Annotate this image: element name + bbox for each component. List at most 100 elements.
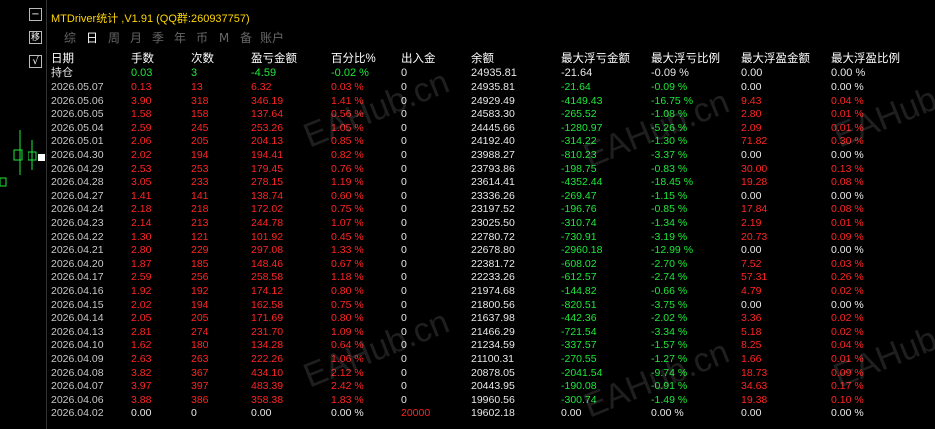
cell-col-8: -0.09 % xyxy=(651,67,689,79)
check-icon[interactable]: √ xyxy=(29,55,42,68)
cell-col-5: 0 xyxy=(401,325,407,338)
cell-col-0: 2026.04.28 xyxy=(51,176,104,189)
cell-col-5: 0 xyxy=(401,203,407,216)
cell-col-10: 0.00 % xyxy=(831,189,864,202)
cell-col-8: -2.02 % xyxy=(651,312,688,325)
cell-col-4: 1.33 % xyxy=(331,244,364,257)
cell-col-10: 0.26 % xyxy=(831,271,864,284)
cell-col-4: 0.45 % xyxy=(331,230,364,243)
cell-col-10: 0.00 % xyxy=(831,244,864,257)
cell-col-9: 18.73 xyxy=(741,366,768,379)
cell-col-7: -190.08 xyxy=(561,380,597,393)
cell-col-10: 0.01 % xyxy=(831,217,864,229)
cell-col-5: 0 xyxy=(401,149,407,161)
cell-col-6: 20878.05 xyxy=(471,366,515,379)
cell-col-7: -730.91 xyxy=(561,230,597,243)
tab-7[interactable]: M xyxy=(213,30,235,46)
cell-col-6: 24445.66 xyxy=(471,121,515,134)
cell-col-3: 258.58 xyxy=(251,271,284,284)
table-row: 2026.04.06 3.88 386 358.38 1.83 % 0 19960.56 -3… xyxy=(47,394,935,407)
cell-col-8: -1.34 % xyxy=(651,217,688,229)
cell-col-6: 22678.80 xyxy=(471,244,515,257)
cell-col-1: 2.63 xyxy=(131,353,152,365)
cell-col-7: -2041.54 xyxy=(561,366,603,379)
cell-col-8: -1.49 % xyxy=(651,393,688,406)
cell-col-3: 171.69 xyxy=(251,312,284,325)
cell-col-10: 0.00 % xyxy=(831,149,864,161)
cell-col-6: 21100.31 xyxy=(471,353,515,365)
cell-col-3: 483.39 xyxy=(251,380,284,393)
tab-2[interactable]: 周 xyxy=(103,30,125,46)
tab-8[interactable]: 备 xyxy=(235,30,257,46)
cell-col-7: -810.23 xyxy=(561,149,597,161)
cell-col-9: 17.84 xyxy=(741,203,768,216)
cell-col-1: 0.03 xyxy=(131,67,153,79)
cell-col-8: -5.26 % xyxy=(651,121,688,134)
cell-col-8: -3.34 % xyxy=(651,325,688,338)
cell-col-7: -337.57 xyxy=(561,339,597,352)
cell-col-1: 2.18 xyxy=(131,203,152,216)
table-row: 2026.04.09 2.63 263 222.26 1.06 % 0 21100.31 -2… xyxy=(47,353,935,366)
cell-col-2: 3 xyxy=(191,67,198,79)
cell-col-3: 222.26 xyxy=(251,353,284,365)
cell-col-10: 0.01 % xyxy=(831,353,864,365)
cell-col-0: 日期 xyxy=(51,53,74,65)
cell-col-8: 0.00 % xyxy=(651,407,684,420)
cell-col-4: 2.42 % xyxy=(331,380,364,393)
cell-col-4: 1.19 % xyxy=(331,176,364,189)
cell-col-1: 3.88 xyxy=(131,393,152,406)
table-row: 2026.04.27 1.41 141 138.74 0.60 % 0 23336.26 -2… xyxy=(47,190,935,203)
cell-col-1: 2.02 xyxy=(131,298,152,311)
cell-col-4: 0.82 % xyxy=(331,149,364,161)
tab-4[interactable]: 季 xyxy=(147,30,169,46)
cell-col-2: 194 xyxy=(191,149,209,161)
cell-col-6: 24583.30 xyxy=(471,108,515,121)
cell-col-1: 2.80 xyxy=(131,244,152,257)
cell-col-2: 245 xyxy=(191,121,209,134)
cell-col-6: 21466.29 xyxy=(471,325,515,338)
cell-col-1: 1.62 xyxy=(131,339,152,352)
cell-col-7: -4149.43 xyxy=(561,94,603,107)
cell-col-4: 1.07 % xyxy=(331,217,364,229)
tab-1[interactable]: 日 xyxy=(81,30,103,46)
cell-col-3: 6.32 xyxy=(251,81,272,93)
move-icon[interactable]: 移 xyxy=(29,31,42,44)
cell-col-8: -1.57 % xyxy=(651,339,688,352)
cell-col-2: 367 xyxy=(191,366,209,379)
tab-0[interactable]: 综 xyxy=(59,30,81,46)
minimize-icon[interactable]: − xyxy=(29,8,42,21)
tab-9[interactable]: 账户 xyxy=(257,30,287,46)
tab-3[interactable]: 月 xyxy=(125,30,147,46)
cell-col-4: 0.03 % xyxy=(331,81,364,93)
cell-col-0: 2026.04.16 xyxy=(51,285,104,297)
cell-col-7: -442.36 xyxy=(561,312,597,325)
cell-col-10: 0.00 % xyxy=(831,81,864,93)
cell-col-4: 百分比% xyxy=(331,53,376,65)
cell-col-5: 0 xyxy=(401,176,407,189)
tab-5[interactable]: 年 xyxy=(169,30,191,46)
cell-col-8: -0.85 % xyxy=(651,203,688,216)
cell-col-7: -2960.18 xyxy=(561,244,603,257)
cell-col-2: 397 xyxy=(191,380,209,393)
cell-col-4: 0.00 % xyxy=(331,407,364,420)
cell-col-0: 2026.04.13 xyxy=(51,325,104,338)
cell-col-5: 0 xyxy=(401,162,407,175)
cell-col-10: 0.08 % xyxy=(831,203,864,216)
cell-col-3: 0.00 xyxy=(251,407,272,420)
cell-col-9: 0.00 xyxy=(741,189,762,202)
tab-6[interactable]: 币 xyxy=(191,30,213,46)
title-bar: MTDriver统计 ,V1.91 (QQ群:260937757) xyxy=(47,8,935,28)
cell-col-7: -144.82 xyxy=(561,285,597,297)
cell-col-7: 最大浮亏金额 xyxy=(561,53,630,65)
cell-col-3: 172.02 xyxy=(251,203,284,216)
cell-col-5: 出入金 xyxy=(401,53,436,65)
cell-col-9: 9.43 xyxy=(741,94,762,107)
table-row: 2026.04.20 1.87 185 148.46 0.67 % 0 22381.72 -6… xyxy=(47,258,935,271)
cell-col-7: -300.74 xyxy=(561,393,597,406)
cell-col-9: 0.00 xyxy=(741,298,762,311)
cell-col-6: 23793.86 xyxy=(471,162,515,175)
cell-col-6: 24929.49 xyxy=(471,94,515,107)
cell-col-4: 1.41 % xyxy=(331,94,364,107)
cell-col-9: 19.28 xyxy=(741,176,768,189)
cell-col-3: 174.12 xyxy=(251,285,284,297)
